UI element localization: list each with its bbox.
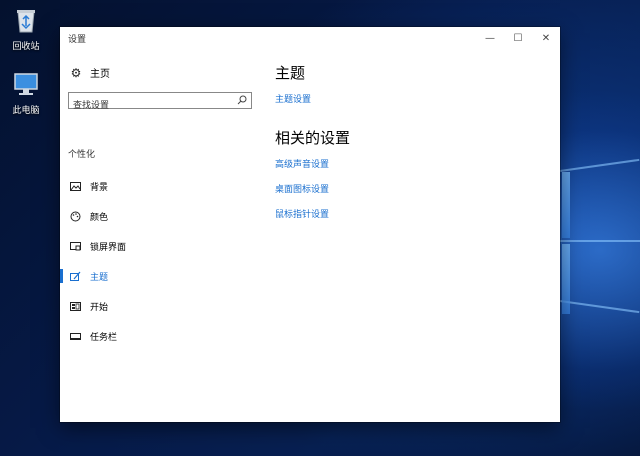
taskbar-icon [70,331,81,342]
search-icon[interactable] [237,95,247,105]
related-settings-heading: 相关的设置 [275,129,351,147]
advanced-sound-settings-link[interactable]: 高级声音设置 [275,157,329,170]
sidebar-item-colors[interactable]: 颜色 [60,201,270,231]
theme-brush-icon [70,271,81,282]
search-input[interactable] [69,98,229,114]
close-button[interactable]: ✕ [532,27,560,49]
palette-icon [70,211,81,222]
sidebar-item-taskbar[interactable]: 任务栏 [60,321,270,351]
gear-icon: ⚙ [70,65,82,80]
desktop-icon-recycle-bin[interactable]: 回收站 [0,6,52,52]
desktop-icon-settings-link[interactable]: 桌面图标设置 [275,182,329,195]
desktop-icon-label: 此电脑 [12,106,40,116]
section-label: 个性化 [68,150,96,160]
theme-settings-link[interactable]: 主题设置 [275,92,311,105]
sidebar-item-label: 锁屏界面 [90,242,127,253]
settings-window: 设置 — ☐ ✕ ⚙ 主页 个性化 背景 [60,27,560,422]
window-title: 设置 [68,34,87,45]
mouse-pointer-settings-link[interactable]: 鼠标指针设置 [275,207,329,220]
desktop-icon-label: 回收站 [12,42,40,52]
home-nav-item[interactable]: ⚙ 主页 [70,65,110,81]
sidebar-item-label: 主题 [90,272,109,283]
sidebar-item-background[interactable]: 背景 [60,171,270,201]
maximize-button[interactable]: ☐ [504,27,532,49]
sidebar-item-label: 开始 [90,302,109,313]
sidebar-item-themes[interactable]: 主题 [60,261,270,291]
page-title: 主题 [275,64,306,82]
minimize-button[interactable]: — [476,27,504,49]
title-bar[interactable]: 设置 — ☐ ✕ [60,27,560,49]
sidebar-item-label: 背景 [90,182,109,193]
sidebar-item-label: 颜色 [90,212,109,223]
recycle-bin-icon [12,6,40,34]
start-menu-icon [70,301,81,312]
sidebar: ⚙ 主页 个性化 背景 颜色 [60,49,270,422]
sidebar-item-label: 任务栏 [90,332,118,343]
home-label: 主页 [90,69,110,80]
sidebar-item-start[interactable]: 开始 [60,291,270,321]
main-content: 主题 主题设置 相关的设置 高级声音设置 桌面图标设置 鼠标指针设置 [275,49,560,422]
picture-icon [70,181,81,192]
computer-icon [12,70,40,98]
lock-screen-icon [70,241,81,252]
nav-list: 背景 颜色 锁屏界面 主题 开始 任务栏 [60,171,270,351]
desktop-icon-this-pc[interactable]: 此电脑 [0,70,52,116]
search-box[interactable] [68,92,252,114]
sidebar-item-lock-screen[interactable]: 锁屏界面 [60,231,270,261]
